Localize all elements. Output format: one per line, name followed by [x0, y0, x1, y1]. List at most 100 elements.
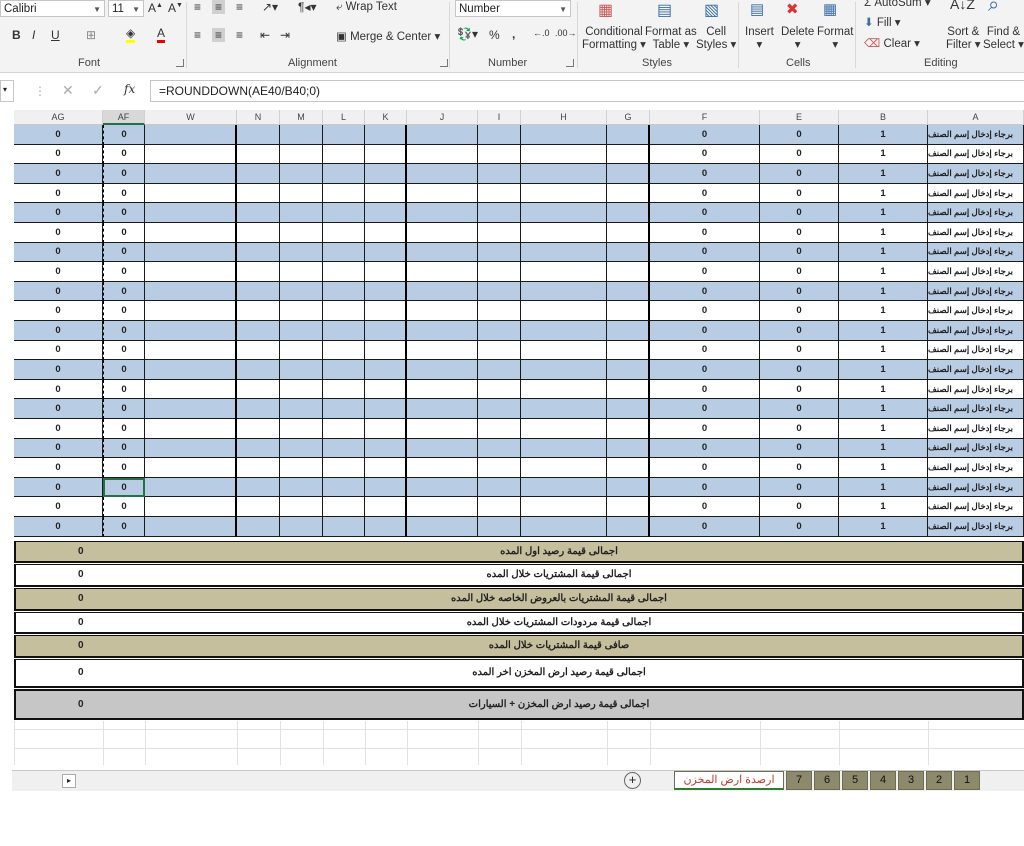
cell-af[interactable]: 0 — [103, 321, 145, 341]
column-header-a[interactable]: A — [928, 110, 1024, 125]
cell-w[interactable] — [145, 419, 237, 439]
cell-n[interactable] — [237, 125, 280, 145]
cell-m[interactable] — [280, 438, 323, 459]
cell-n[interactable] — [237, 144, 280, 165]
summary-row[interactable]: 0 صافى قيمة المشتريات خلال المده — [14, 634, 1024, 658]
summary-row[interactable]: 0 اجمالى قيمة المشتريات بالعروض الخاصه خل… — [14, 587, 1024, 611]
cell-w[interactable] — [145, 517, 237, 537]
cell-j[interactable] — [407, 399, 478, 419]
cell-f[interactable]: 0 — [650, 419, 760, 439]
sheet-tab-5[interactable]: 5 — [842, 771, 868, 790]
cell-n[interactable] — [237, 477, 280, 498]
summary-row[interactable]: 0 اجمالى قيمة المشتريات خلال المده — [14, 563, 1024, 587]
cell-i[interactable] — [478, 477, 521, 498]
cell-h[interactable] — [521, 223, 607, 243]
cell-n[interactable] — [237, 203, 280, 223]
cell-h[interactable] — [521, 458, 607, 478]
cell-b[interactable]: 1 — [839, 223, 928, 243]
cell-af[interactable]: 0 — [103, 223, 145, 243]
cell-n[interactable] — [237, 438, 280, 459]
cell-a[interactable]: برجاء إدخال إسم الصنف — [928, 242, 1024, 263]
cell-h[interactable] — [521, 340, 607, 361]
cell-b[interactable]: 1 — [839, 164, 928, 184]
cell-ag[interactable]: 0 — [14, 164, 103, 184]
cell-m[interactable] — [280, 419, 323, 439]
cell-a[interactable]: برجاء إدخال إسم الصنف — [928, 164, 1024, 184]
cell-n[interactable] — [237, 164, 280, 184]
cell-e[interactable]: 0 — [760, 497, 839, 517]
cell-f[interactable]: 0 — [650, 458, 760, 478]
formula-input[interactable]: =ROUNDDOWN(AE40/B40;0) — [150, 80, 1024, 102]
sheet-tab-2[interactable]: 2 — [926, 771, 952, 790]
cell-f[interactable]: 0 — [650, 517, 760, 537]
cancel-icon[interactable]: ✕ — [62, 82, 74, 99]
column-header-g[interactable]: G — [607, 110, 650, 125]
cell-j[interactable] — [407, 223, 478, 243]
cell-j[interactable] — [407, 379, 478, 400]
cell-i[interactable] — [478, 340, 521, 361]
cell-k[interactable] — [365, 203, 407, 223]
cell-b[interactable]: 1 — [839, 242, 928, 263]
cell-n[interactable] — [237, 183, 280, 204]
cell-ag[interactable]: 0 — [14, 144, 103, 165]
cell-l[interactable] — [323, 164, 365, 184]
cell-a[interactable]: برجاء إدخال إسم الصنف — [928, 340, 1024, 361]
cell-i[interactable] — [478, 321, 521, 341]
cell-f[interactable]: 0 — [650, 399, 760, 419]
summary-row[interactable]: 0 اجمالى قيمة رصيد اول المده — [14, 540, 1024, 563]
cell-k[interactable] — [365, 419, 407, 439]
cell-n[interactable] — [237, 399, 280, 419]
sheet-tab-4[interactable]: 4 — [870, 771, 896, 790]
cell-e[interactable]: 0 — [760, 399, 839, 419]
cell-w[interactable] — [145, 497, 237, 517]
cell-g[interactable] — [607, 477, 650, 498]
decrease-indent-icon[interactable]: ⇤ — [260, 28, 270, 42]
cell-m[interactable] — [280, 379, 323, 400]
cell-i[interactable] — [478, 183, 521, 204]
cell-a[interactable]: برجاء إدخال إسم الصنف — [928, 281, 1024, 302]
cell-k[interactable] — [365, 477, 407, 498]
cell-i[interactable] — [478, 419, 521, 439]
cell-g[interactable] — [607, 497, 650, 517]
cell-b[interactable]: 1 — [839, 458, 928, 478]
cell-m[interactable] — [280, 125, 323, 145]
cell-i[interactable] — [478, 242, 521, 263]
cell-a[interactable]: برجاء إدخال إسم الصنف — [928, 223, 1024, 243]
cell-a[interactable]: برجاء إدخال إسم الصنف — [928, 360, 1024, 380]
cell-f[interactable]: 0 — [650, 340, 760, 361]
cell-m[interactable] — [280, 183, 323, 204]
bold-button[interactable]: B — [12, 28, 21, 42]
fill-color-icon[interactable]: ◈ — [126, 27, 136, 43]
cell-i[interactable] — [478, 125, 521, 145]
cell-j[interactable] — [407, 321, 478, 341]
scroll-tabs-right-icon[interactable]: ▸ — [62, 774, 76, 788]
cell-h[interactable] — [521, 399, 607, 419]
cell-af[interactable]: 0 — [103, 458, 145, 478]
cell-j[interactable] — [407, 125, 478, 145]
cell-g[interactable] — [607, 262, 650, 282]
cell-ag[interactable]: 0 — [14, 223, 103, 243]
cell-h[interactable] — [521, 321, 607, 341]
cell-l[interactable] — [323, 301, 365, 321]
cell-n[interactable] — [237, 281, 280, 302]
cell-m[interactable] — [280, 144, 323, 165]
cell-j[interactable] — [407, 183, 478, 204]
cell-w[interactable] — [145, 223, 237, 243]
cell-f[interactable]: 0 — [650, 125, 760, 145]
cell-k[interactable] — [365, 497, 407, 517]
cell-h[interactable] — [521, 144, 607, 165]
cell-h[interactable] — [521, 203, 607, 223]
cell-e[interactable]: 0 — [760, 281, 839, 302]
cell-af[interactable]: 0 — [103, 379, 145, 400]
cell-k[interactable] — [365, 360, 407, 380]
increase-decimal-icon[interactable]: ←.0 — [533, 28, 550, 38]
cell-g[interactable] — [607, 360, 650, 380]
cell-k[interactable] — [365, 399, 407, 419]
increase-indent-icon[interactable]: ⇥ — [280, 28, 290, 42]
cell-b[interactable]: 1 — [839, 497, 928, 517]
font-color-icon[interactable]: A — [157, 27, 166, 43]
cell-e[interactable]: 0 — [760, 321, 839, 341]
sheet-tab-7[interactable]: 7 — [786, 771, 812, 790]
cell-ag[interactable]: 0 — [14, 203, 103, 223]
sheet-tab-active[interactable]: ارصدة ارض المخزن — [674, 771, 784, 790]
